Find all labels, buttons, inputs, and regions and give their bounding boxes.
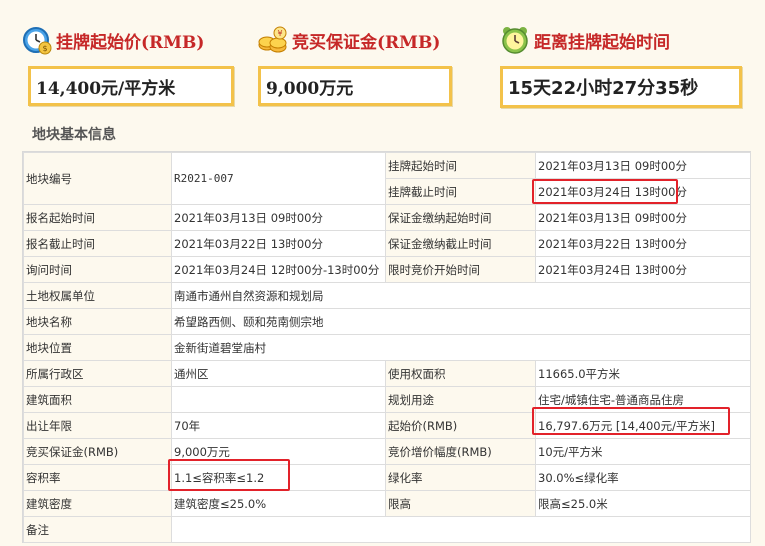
name-value: 希望路西侧、颐和苑南侧宗地 xyxy=(171,308,751,335)
remark-value xyxy=(171,516,751,543)
table-row: 出让年限 70年 起始价(RMB) 16,797.6万元 [14,400元/平方… xyxy=(23,407,751,439)
reg-start-label: 报名起始时间 xyxy=(23,204,172,231)
deposit-label-cell: 竞买保证金(RMB) xyxy=(23,438,172,465)
table-row: 报名截止时间 2021年03月22日 13时00分 保证金缴纳截止时间 2021… xyxy=(23,230,751,257)
table-row: 所属行政区 通州区 使用权面积 11665.0平方米 xyxy=(23,360,751,387)
list-end-cell: 2021年03月24日 13时00分 xyxy=(532,178,751,205)
dep-start-value: 2021年03月13日 09时00分 xyxy=(535,204,751,231)
dep-end-label: 保证金缴纳截止时间 xyxy=(385,230,536,257)
deposit-label: 竞买保证金(RMB) xyxy=(292,32,441,53)
list-start-label: 挂牌起始时间 xyxy=(385,152,536,179)
far-value: 1.1≤容积率≤1.2 xyxy=(174,470,265,485)
section-title: 地块基本信息 xyxy=(32,127,116,143)
inquiry-value: 2021年03月24日 12时00分-13时00分 xyxy=(171,256,386,283)
use-area-value: 11665.0平方米 xyxy=(535,360,751,387)
term-value: 70年 xyxy=(171,412,386,439)
deposit-header: ¥ 竞买保证金(RMB) xyxy=(258,24,440,56)
increment-label: 竞价增价幅度(RMB) xyxy=(385,438,536,465)
deposit-value: 9,000万元 xyxy=(258,66,452,106)
table-row: 地块名称 希望路西侧、颐和苑南侧宗地 xyxy=(23,308,751,335)
svg-text:¥: ¥ xyxy=(277,29,282,38)
start-price-label-cell: 起始价(RMB) xyxy=(385,412,536,439)
timed-bid-label: 限时竞价开始时间 xyxy=(385,256,536,283)
reg-end-label: 报名截止时间 xyxy=(23,230,172,257)
table-row: 备注 xyxy=(23,516,751,543)
density-value: 建筑密度≤25.0% xyxy=(171,490,386,517)
table-row: 地块位置 金新街道碧堂庙村 xyxy=(23,334,751,361)
green-value: 30.0%≤绿化率 xyxy=(535,464,751,491)
table-row: 土地权属单位 南通市通州自然资源和规划局 xyxy=(23,282,751,309)
use-area-label: 使用权面积 xyxy=(385,360,536,387)
parcel-no-label: 地块编号 xyxy=(23,152,172,205)
summary-header: $ 挂牌起始价(RMB) 14,400元/平方米 ¥ 竞买保证金(RMB) 9,… xyxy=(0,0,765,118)
clock-dollar-icon: $ xyxy=(22,25,52,55)
build-area-label: 建筑面积 xyxy=(23,386,172,413)
green-label: 绿化率 xyxy=(385,464,536,491)
name-label: 地块名称 xyxy=(23,308,172,335)
location-label: 地块位置 xyxy=(23,334,172,361)
height-label: 限高 xyxy=(385,490,536,517)
start-price-header: $ 挂牌起始价(RMB) xyxy=(22,24,204,56)
height-value: 限高≤25.0米 xyxy=(535,490,751,517)
owner-value: 南通市通州自然资源和规划局 xyxy=(171,282,751,309)
table-row: 建筑面积 规划用途 住宅/城镇住宅-普通商品住房 xyxy=(23,386,751,413)
location-value: 金新街道碧堂庙村 xyxy=(171,334,751,361)
table-row: 地块编号 R2021-007 挂牌起始时间 2021年03月13日 09时00分 xyxy=(23,152,751,205)
table-row: 建筑密度 建筑密度≤25.0% 限高 限高≤25.0米 xyxy=(23,490,751,517)
reg-start-value: 2021年03月13日 09时00分 xyxy=(171,204,386,231)
inquiry-label: 询问时间 xyxy=(23,256,172,283)
list-end-value: 2021年03月24日 13时00分 xyxy=(538,184,687,199)
dep-end-value: 2021年03月22日 13时00分 xyxy=(535,230,751,257)
increment-value: 10元/平方米 xyxy=(535,438,751,465)
deposit-table-value: 9,000万元 xyxy=(171,438,386,465)
table-row: 询问时间 2021年03月24日 12时00分-13时00分 限时竞价开始时间 … xyxy=(23,256,751,283)
table-row: 竞买保证金(RMB) 9,000万元 竞价增价幅度(RMB) 10元/平方米 xyxy=(23,438,751,465)
timed-bid-value: 2021年03月24日 13时00分 xyxy=(535,256,751,283)
dep-start-label: 保证金缴纳起始时间 xyxy=(385,204,536,231)
start-price-value: 14,400元/平方米 xyxy=(28,66,234,106)
remark-label: 备注 xyxy=(23,516,172,543)
countdown-value: 15天22小时27分35秒 xyxy=(500,66,742,108)
list-end-label: 挂牌截止时间 xyxy=(385,178,536,205)
list-start-value: 2021年03月13日 09时00分 xyxy=(535,152,751,179)
reg-end-value: 2021年03月22日 13时00分 xyxy=(171,230,386,257)
far-cell: 1.1≤容积率≤1.2 xyxy=(168,459,386,491)
owner-label: 土地权属单位 xyxy=(23,282,172,309)
parcel-no-value: R2021-007 xyxy=(171,152,386,205)
term-label: 出让年限 xyxy=(23,412,172,439)
build-area-value xyxy=(171,386,386,413)
start-price-label: 挂牌起始价(RMB) xyxy=(56,32,205,53)
table-row: 报名起始时间 2021年03月13日 09时00分 保证金缴纳起始时间 2021… xyxy=(23,204,751,231)
countdown-header: 距离挂牌起始时间 xyxy=(500,24,670,56)
coins-icon: ¥ xyxy=(258,25,288,55)
density-label: 建筑密度 xyxy=(23,490,172,517)
start-price-cell: 16,797.6万元 [14,400元/平方米] xyxy=(532,407,751,439)
purpose-value: 住宅/城镇住宅-普通商品住房 xyxy=(535,386,751,413)
parcel-info-table: 地块编号 R2021-007 挂牌起始时间 2021年03月13日 09时00分… xyxy=(22,151,751,543)
far-label: 容积率 xyxy=(23,464,172,491)
table-row: 容积率 1.1≤容积率≤1.2 绿化率 30.0%≤绿化率 xyxy=(23,459,751,491)
purpose-label: 规划用途 xyxy=(385,386,536,413)
district-label: 所属行政区 xyxy=(23,360,172,387)
district-value: 通州区 xyxy=(171,360,386,387)
alarm-clock-icon xyxy=(500,25,530,55)
countdown-label: 距离挂牌起始时间 xyxy=(534,32,670,53)
svg-text:$: $ xyxy=(42,44,47,53)
start-price-table-value: 16,797.6万元 [14,400元/平方米] xyxy=(538,418,715,433)
